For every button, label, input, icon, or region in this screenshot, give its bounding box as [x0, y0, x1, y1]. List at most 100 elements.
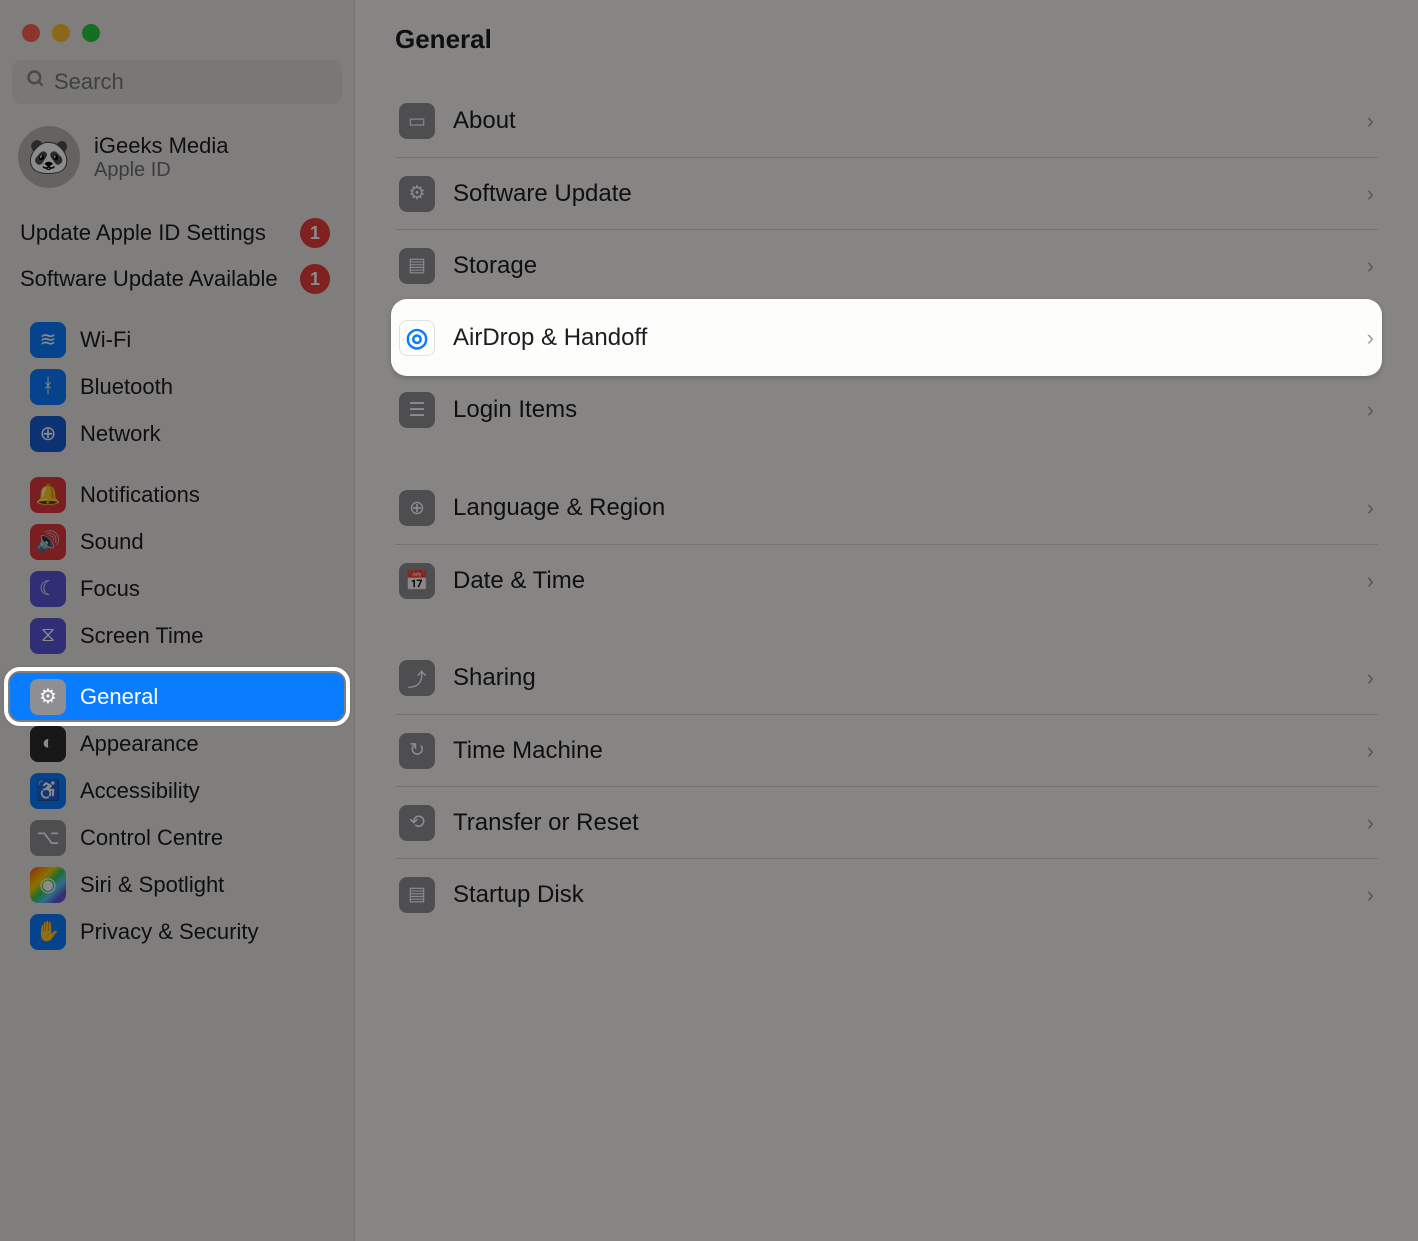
sidebar: 🐼 iGeeks Media Apple ID Update Apple ID …	[0, 0, 355, 1241]
chevron-right-icon: ›	[1367, 108, 1374, 134]
privacy-icon: ✋	[30, 914, 66, 950]
row-language-region[interactable]: ⊕ Language & Region ›	[395, 472, 1378, 544]
search-input[interactable]	[54, 69, 328, 95]
sidebar-item-wifi[interactable]: ≋ Wi-Fi	[10, 316, 344, 363]
row-storage[interactable]: ▤ Storage ›	[395, 229, 1378, 301]
chevron-right-icon: ›	[1367, 397, 1374, 423]
sidebar-item-control-centre[interactable]: ⌥ Control Centre	[10, 814, 344, 861]
sidebar-item-screen-time[interactable]: ⧖ Screen Time	[10, 612, 344, 659]
transfer-reset-icon: ⟲	[399, 805, 435, 841]
notifications-icon: 🔔	[30, 477, 66, 513]
sidebar-item-sound[interactable]: 🔊Sound	[10, 518, 344, 565]
chevron-right-icon: ›	[1367, 810, 1374, 836]
login-items-icon: ☰	[399, 392, 435, 428]
row-startup-disk[interactable]: ▤ Startup Disk ›	[395, 858, 1378, 930]
alert-software-update[interactable]: Software Update Available 1	[0, 256, 354, 302]
sidebar-item-bluetooth[interactable]: ᚼ Bluetooth	[10, 363, 344, 410]
sharing-icon: ⤴	[399, 660, 435, 696]
row-label: Storage	[453, 252, 537, 280]
account-name: iGeeks Media	[94, 133, 229, 159]
row-label: Software Update	[453, 180, 632, 208]
sidebar-item-label: Privacy & Security	[80, 919, 259, 945]
sidebar-item-label: General	[80, 684, 158, 710]
row-label: Login Items	[453, 396, 577, 424]
minimize-window-button[interactable]	[52, 24, 70, 42]
row-label: Date & Time	[453, 567, 585, 595]
siri-icon: ◉	[30, 867, 66, 903]
sidebar-item-label: Network	[80, 421, 161, 447]
alert-badge: 1	[300, 218, 330, 248]
sidebar-item-privacy[interactable]: ✋ Privacy & Security	[10, 908, 344, 955]
settings-window: 🐼 iGeeks Media Apple ID Update Apple ID …	[0, 0, 1418, 1241]
avatar-glyph: 🐼	[28, 137, 70, 177]
sidebar-item-network[interactable]: ⊕ Network	[10, 410, 344, 457]
window-controls	[0, 10, 354, 60]
row-label: Transfer or Reset	[453, 809, 639, 837]
airdrop-icon: ◎	[399, 320, 435, 356]
row-airdrop[interactable]: ◎ AirDrop & Handoff ›	[391, 299, 1382, 376]
sidebar-item-label: Control Centre	[80, 825, 223, 851]
sidebar-item-notifications[interactable]: 🔔 Notifications	[10, 471, 344, 518]
chevron-right-icon: ›	[1367, 665, 1374, 691]
sidebar-item-label: Notifications	[80, 482, 200, 508]
account-row[interactable]: 🐼 iGeeks Media Apple ID	[0, 122, 354, 210]
row-time-machine[interactable]: ↻ Time Machine ›	[395, 714, 1378, 786]
row-about[interactable]: ▭About›	[395, 85, 1378, 157]
row-label: AirDrop & Handoff	[453, 324, 647, 352]
row-sharing[interactable]: ⤴Sharing›	[395, 642, 1378, 714]
general-icon: ⚙	[30, 679, 66, 715]
sidebar-item-label: Bluetooth	[80, 374, 173, 400]
sidebar-item-label: Screen Time	[80, 623, 204, 649]
sidebar-item-accessibility[interactable]: ♿Accessibility	[10, 767, 344, 814]
time-machine-icon: ↻	[399, 733, 435, 769]
close-window-button[interactable]	[22, 24, 40, 42]
wifi-icon: ≋	[30, 322, 66, 358]
row-label: Language & Region	[453, 494, 665, 522]
startup-disk-icon: ▤	[399, 877, 435, 913]
sidebar-item-appearance[interactable]: ◐ Appearance	[10, 720, 344, 767]
software-update-icon: ⚙	[399, 176, 435, 212]
sidebar-item-siri[interactable]: ◉ Siri & Spotlight	[10, 861, 344, 908]
account-subtitle: Apple ID	[94, 159, 229, 182]
sidebar-item-general[interactable]: ⚙ General	[10, 673, 344, 720]
row-transfer-reset[interactable]: ⟲ Transfer or Reset ›	[395, 786, 1378, 858]
sidebar-item-label: Siri & Spotlight	[80, 872, 224, 898]
avatar: 🐼	[18, 126, 80, 188]
control-centre-icon: ⌥	[30, 820, 66, 856]
sidebar-item-label: Wi-Fi	[80, 327, 131, 353]
network-icon: ⊕	[30, 416, 66, 452]
alert-label: Software Update Available	[20, 266, 278, 292]
alert-label: Update Apple ID Settings	[20, 220, 266, 246]
language-region-icon: ⊕	[399, 490, 435, 526]
bluetooth-icon: ᚼ	[30, 369, 66, 405]
chevron-right-icon: ›	[1367, 568, 1374, 594]
row-label: Time Machine	[453, 737, 603, 765]
appearance-icon: ◐	[30, 726, 66, 762]
row-software-update[interactable]: ⚙ Software Update ›	[395, 157, 1378, 229]
content-pane: General ▭About›⚙Software Update›▤Storage…	[355, 0, 1418, 1241]
page-title: General	[395, 24, 1378, 55]
chevron-right-icon: ›	[1367, 738, 1374, 764]
search-icon	[26, 69, 46, 95]
chevron-right-icon: ›	[1367, 882, 1374, 908]
sidebar-item-label: Focus	[80, 576, 140, 602]
date-time-icon: 📅	[399, 563, 435, 599]
sidebar-item-label: Sound	[80, 529, 144, 555]
accessibility-icon: ♿	[30, 773, 66, 809]
row-label: Startup Disk	[453, 881, 584, 909]
sidebar-item-focus[interactable]: ☾ Focus	[10, 565, 344, 612]
chevron-right-icon: ›	[1367, 253, 1374, 279]
focus-icon: ☾	[30, 571, 66, 607]
sidebar-item-label: Appearance	[80, 731, 199, 757]
screen-time-icon: ⧖	[30, 618, 66, 654]
chevron-right-icon: ›	[1367, 495, 1374, 521]
search-box[interactable]	[12, 60, 342, 104]
row-login-items[interactable]: ☰ Login Items ›	[395, 374, 1378, 446]
row-date-time[interactable]: 📅 Date & Time ›	[395, 544, 1378, 616]
storage-icon: ▤	[399, 248, 435, 284]
alert-apple-id[interactable]: Update Apple ID Settings 1	[0, 210, 354, 256]
chevron-right-icon: ›	[1367, 325, 1374, 351]
row-label: About	[453, 107, 516, 135]
zoom-window-button[interactable]	[82, 24, 100, 42]
chevron-right-icon: ›	[1367, 181, 1374, 207]
